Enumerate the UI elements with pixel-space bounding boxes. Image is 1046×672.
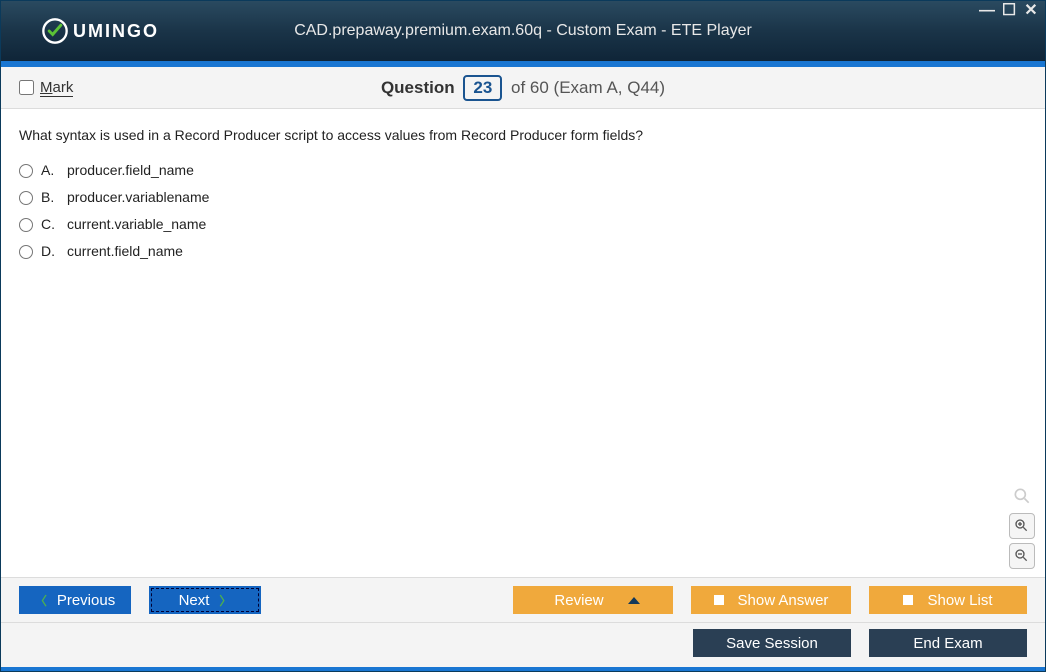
option-letter: B. — [41, 187, 59, 208]
answer-option[interactable]: A. producer.field_name — [19, 160, 1027, 181]
option-text: current.variable_name — [67, 214, 206, 235]
show-list-label: Show List — [927, 592, 992, 609]
session-button-bar: Save Session End Exam — [1, 622, 1045, 667]
save-session-button[interactable]: Save Session — [693, 629, 851, 657]
previous-button[interactable]: 〈 Previous — [19, 586, 131, 614]
option-radio[interactable] — [19, 218, 33, 232]
title-bar: UMINGO CAD.prepaway.premium.exam.60q - C… — [1, 1, 1045, 61]
brand-logo: UMINGO — [41, 17, 159, 45]
zoom-controls — [1009, 483, 1035, 569]
option-letter: A. — [41, 160, 59, 181]
minimize-icon[interactable]: — — [979, 3, 995, 19]
answer-option[interactable]: D. current.field_name — [19, 241, 1027, 262]
option-radio[interactable] — [19, 245, 33, 259]
mark-label: Mark — [40, 79, 73, 97]
chevron-right-icon: 〉 — [219, 592, 231, 609]
question-of-text: of 60 (Exam A, Q44) — [511, 78, 665, 97]
question-header: Mark Question 23 of 60 (Exam A, Q44) — [1, 67, 1045, 109]
save-session-label: Save Session — [726, 635, 818, 652]
option-letter: D. — [41, 241, 59, 262]
triangle-up-icon — [628, 597, 640, 604]
question-indicator: Question 23 of 60 (Exam A, Q44) — [1, 75, 1045, 101]
option-letter: C. — [41, 214, 59, 235]
show-list-button[interactable]: Show List — [869, 586, 1027, 614]
option-radio[interactable] — [19, 164, 33, 178]
answer-option[interactable]: B. producer.variablename — [19, 187, 1027, 208]
answer-option[interactable]: C. current.variable_name — [19, 214, 1027, 235]
bottom-accent-strip — [1, 667, 1045, 671]
question-text: What syntax is used in a Record Producer… — [19, 125, 1027, 146]
next-label: Next — [179, 592, 210, 609]
brand-text: UMINGO — [73, 21, 159, 42]
show-answer-button[interactable]: Show Answer — [691, 586, 851, 614]
logo-checkmark-icon — [41, 17, 69, 45]
chevron-left-icon: 〈 — [35, 592, 47, 609]
answer-options: A. producer.field_name B. producer.varia… — [19, 160, 1027, 262]
mark-checkbox-wrap[interactable]: Mark — [19, 79, 73, 97]
stop-square-icon — [714, 595, 724, 605]
zoom-in-icon[interactable] — [1009, 513, 1035, 539]
window-controls: — ☐ ✕ — [979, 3, 1039, 19]
option-text: producer.field_name — [67, 160, 194, 181]
previous-label: Previous — [57, 592, 115, 609]
close-icon[interactable]: ✕ — [1023, 3, 1039, 19]
magnifier-icon[interactable] — [1009, 483, 1035, 509]
review-button[interactable]: Review — [513, 586, 673, 614]
review-label: Review — [554, 592, 603, 609]
zoom-out-icon[interactable] — [1009, 543, 1035, 569]
next-button[interactable]: Next 〉 — [149, 586, 261, 614]
show-answer-label: Show Answer — [738, 592, 829, 609]
question-number: 23 — [463, 75, 502, 101]
question-word: Question — [381, 78, 455, 97]
nav-button-bar: 〈 Previous Next 〉 Review Show Answer Sho… — [1, 577, 1045, 622]
maximize-icon[interactable]: ☐ — [1001, 3, 1017, 19]
option-text: current.field_name — [67, 241, 183, 262]
end-exam-label: End Exam — [913, 635, 982, 652]
option-radio[interactable] — [19, 191, 33, 205]
question-content: What syntax is used in a Record Producer… — [1, 109, 1045, 577]
option-text: producer.variablename — [67, 187, 209, 208]
app-window: UMINGO CAD.prepaway.premium.exam.60q - C… — [0, 0, 1046, 672]
end-exam-button[interactable]: End Exam — [869, 629, 1027, 657]
stop-square-icon — [903, 595, 913, 605]
mark-checkbox[interactable] — [19, 80, 34, 95]
